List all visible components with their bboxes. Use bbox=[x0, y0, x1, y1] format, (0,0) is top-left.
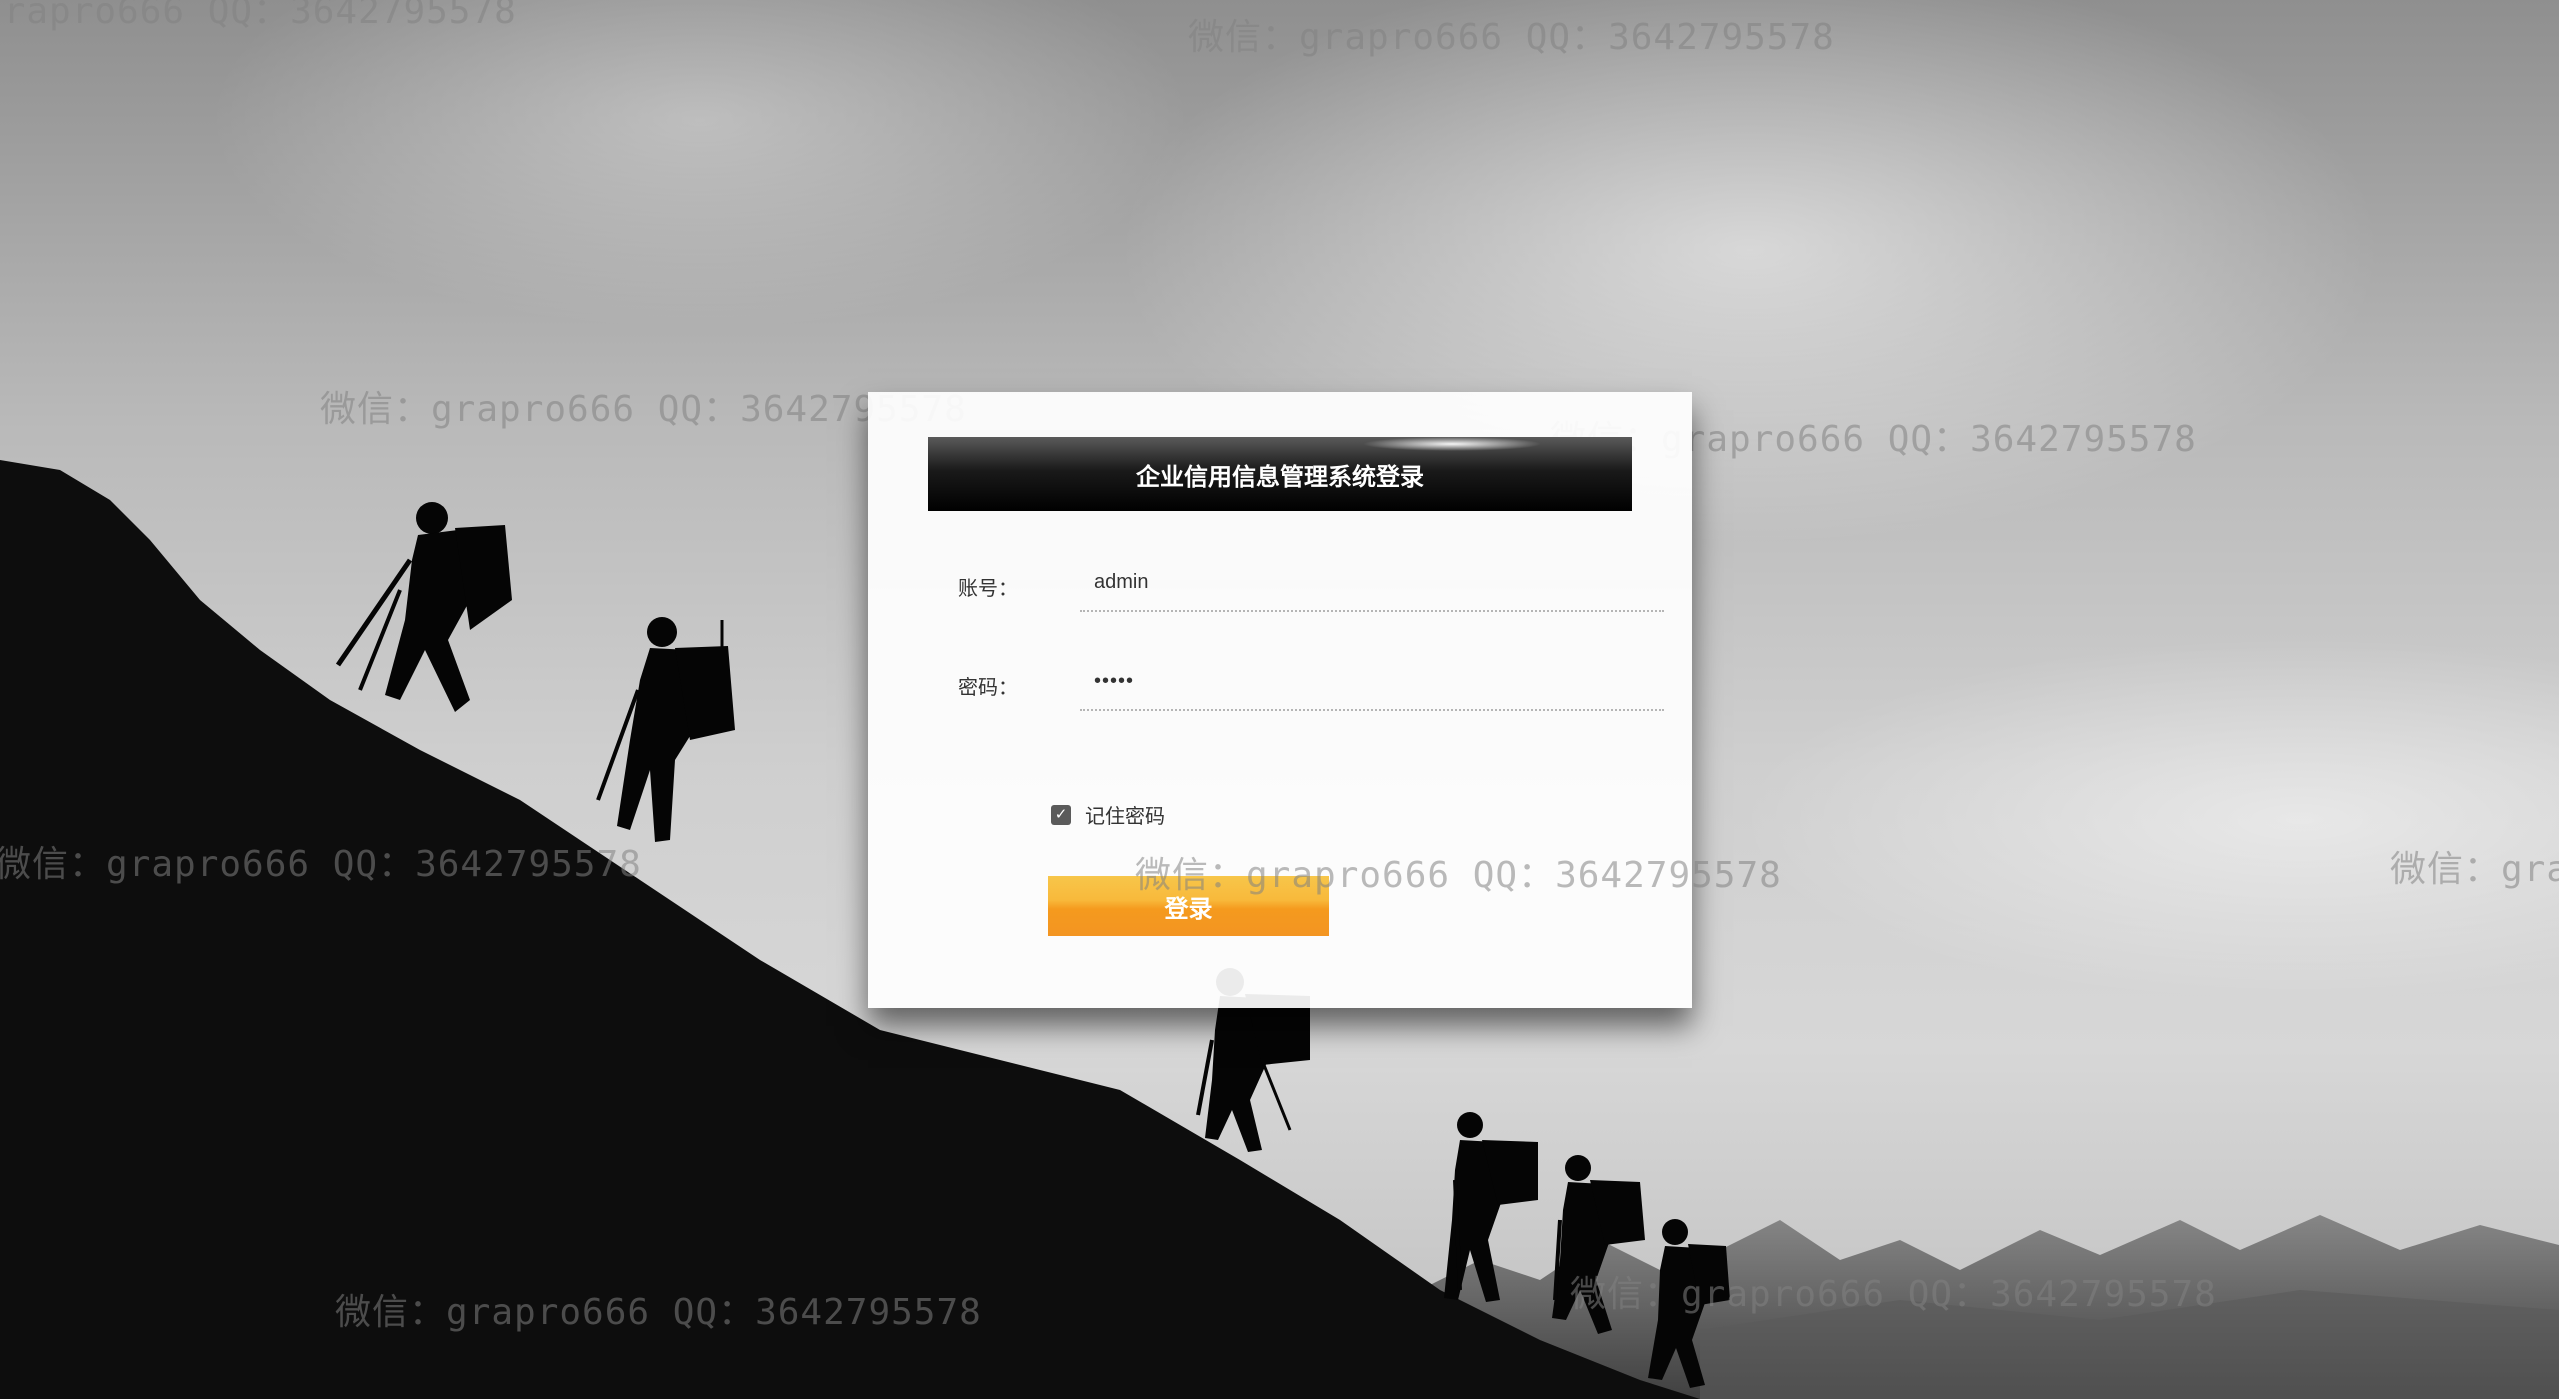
remember-password-checkbox[interactable]: ✓ bbox=[1051, 804, 1071, 825]
account-row: 账号： bbox=[958, 554, 1664, 614]
hiker-silhouette bbox=[335, 502, 512, 712]
hiker-silhouette bbox=[596, 617, 735, 842]
hiker-silhouette bbox=[1444, 1112, 1538, 1302]
password-input[interactable] bbox=[1080, 653, 1664, 711]
login-panel: 企业信用信息管理系统登录 账号： 密码： ✓ 记住密码 登录 bbox=[868, 392, 1692, 1008]
header-light-flare bbox=[1362, 437, 1542, 451]
password-row: 密码： bbox=[958, 653, 1664, 713]
account-label: 账号： bbox=[958, 576, 1018, 600]
login-title: 企业信用信息管理系统登录 bbox=[1136, 462, 1424, 491]
login-button[interactable]: 登录 bbox=[1048, 876, 1329, 936]
remember-password-label: 记住密码 bbox=[1085, 804, 1165, 828]
login-page-background: 微信：grapro666 QQ：3642795578 微信：grapro666 … bbox=[0, 0, 2559, 1399]
password-label: 密码： bbox=[958, 675, 1018, 699]
checkmark-icon: ✓ bbox=[1054, 805, 1068, 823]
account-input[interactable] bbox=[1080, 554, 1664, 612]
login-panel-header: 企业信用信息管理系统登录 bbox=[928, 437, 1632, 511]
remember-password-option[interactable]: ✓ 记住密码 bbox=[1051, 800, 1165, 829]
